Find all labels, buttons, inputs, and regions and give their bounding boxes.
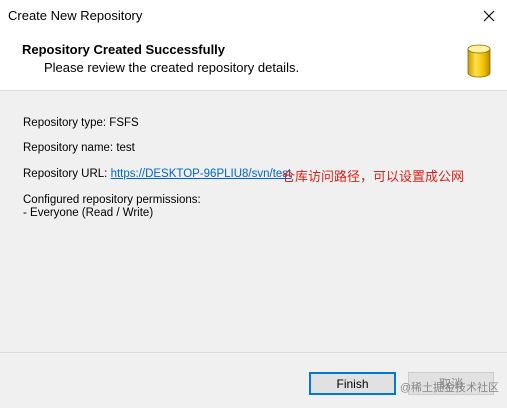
close-icon[interactable] (483, 10, 495, 22)
database-icon (467, 44, 491, 78)
header-title: Repository Created Successfully (22, 42, 226, 57)
finish-button[interactable]: Finish (309, 372, 396, 395)
close-button[interactable] (471, 0, 507, 32)
permissions-value: - Everyone (Read / Write) (23, 207, 154, 219)
title-bar: Create New Repository (0, 0, 507, 32)
url-annotation: 仓库访问路径，可以设置成公网 (282, 169, 465, 184)
watermark: @稀土掘金技术社区 (399, 382, 499, 394)
repository-url-row: Repository URL: https://DESKTOP-96PLIU8/… (23, 168, 291, 180)
header-subtitle: Please review the created repository det… (44, 60, 300, 75)
repository-url-link[interactable]: https://DESKTOP-96PLIU8/svn/test (111, 168, 292, 180)
repository-name: Repository name: test (23, 142, 135, 154)
wizard-header: Repository Created Successfully Please r… (0, 32, 507, 91)
repository-type: Repository type: FSFS (23, 117, 139, 129)
window-title: Create New Repository (8, 8, 143, 23)
repository-url-label: Repository URL: (23, 168, 111, 180)
permissions-label: Configured repository permissions: (23, 194, 201, 206)
